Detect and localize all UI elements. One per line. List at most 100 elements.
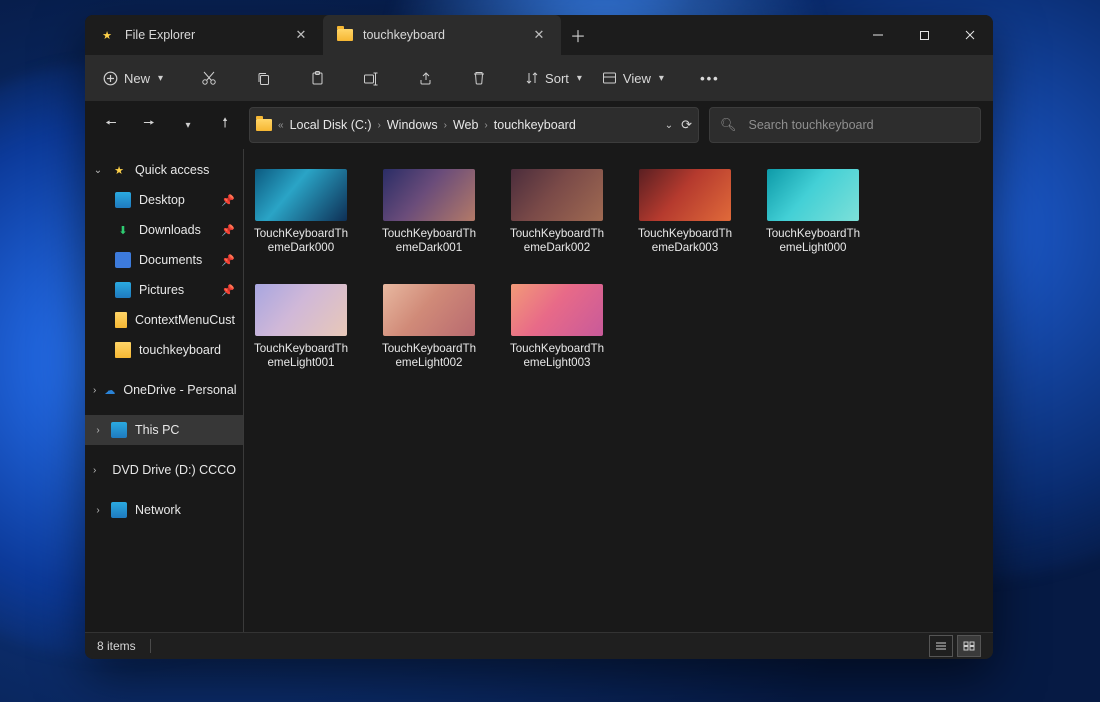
close-tab-icon[interactable]: ✕ (293, 27, 309, 43)
rename-icon (363, 71, 379, 86)
share-button[interactable] (400, 61, 450, 95)
crumb-touchkeyboard[interactable]: touchkeyboard (494, 118, 576, 132)
sidebar-quick-access[interactable]: ⌄ ★ Quick access (85, 155, 243, 185)
rename-button[interactable] (346, 61, 396, 95)
sidebar-item-onedrive[interactable]: ›☁OneDrive - Personal (85, 375, 243, 405)
ellipsis-icon: ••• (700, 71, 720, 86)
folder-icon (115, 342, 131, 358)
file-thumbnail (767, 169, 859, 221)
file-name: TouchKeyboardThemeLight002 (380, 342, 478, 371)
refresh-button[interactable]: ⟳ (681, 117, 692, 133)
new-button[interactable]: New ▾ (95, 61, 171, 95)
chevron-right-icon: › (93, 465, 96, 476)
file-thumbnail (511, 284, 603, 336)
new-label: New (124, 71, 150, 86)
chevron-right-icon: › (444, 120, 447, 131)
more-button[interactable]: ••• (685, 61, 735, 95)
file-tile[interactable]: TouchKeyboardThemeLight000 (764, 169, 862, 256)
status-bar: 8 items (85, 632, 993, 659)
add-tab-button[interactable]: ＋ (561, 15, 595, 55)
file-tile[interactable]: TouchKeyboardThemeDark001 (380, 169, 478, 256)
minimize-button[interactable] (855, 15, 901, 55)
sidebar-item-label: Quick access (135, 163, 209, 177)
cut-button[interactable] (184, 61, 234, 95)
separator (150, 639, 151, 653)
file-tile[interactable]: TouchKeyboardThemeLight002 (380, 284, 478, 371)
cloud-icon: ☁ (104, 382, 115, 398)
file-tile[interactable]: TouchKeyboardThemeDark002 (508, 169, 606, 256)
file-tile[interactable]: TouchKeyboardThemeDark003 (636, 169, 734, 256)
copy-button[interactable] (238, 61, 288, 95)
paste-button[interactable] (292, 61, 342, 95)
pin-icon: 📌 (221, 284, 235, 297)
address-bar[interactable]: « Local Disk (C:) › Windows › Web › touc… (249, 107, 699, 143)
sidebar-item-touchkeyboard[interactable]: touchkeyboard (85, 335, 243, 365)
sort-label: Sort (545, 71, 569, 86)
back-button[interactable]: 🠔 (97, 109, 125, 141)
pin-icon: 📌 (221, 254, 235, 267)
sidebar-item-contextmenu[interactable]: ContextMenuCust (85, 305, 243, 335)
sidebar-item-downloads[interactable]: ⬇Downloads📌 (85, 215, 243, 245)
sidebar-item-documents[interactable]: Documents 📌 (85, 245, 243, 275)
folder-icon (337, 29, 353, 41)
file-name: TouchKeyboardThemeLight003 (508, 342, 606, 371)
recent-locations-button[interactable]: ▾ (173, 109, 201, 141)
file-name: TouchKeyboardThemeLight001 (252, 342, 350, 371)
file-name: TouchKeyboardThemeLight000 (764, 227, 862, 256)
download-icon: ⬇ (115, 222, 131, 238)
search-input[interactable] (747, 117, 970, 133)
tab-label: File Explorer (125, 28, 283, 42)
crumb-web[interactable]: Web (453, 118, 478, 132)
thumbnails-view-button[interactable] (957, 635, 981, 657)
maximize-button[interactable] (901, 15, 947, 55)
chevron-down-icon: ⌄ (93, 165, 103, 176)
file-thumbnail (383, 169, 475, 221)
file-list[interactable]: TouchKeyboardThemeDark000 TouchKeyboardTh… (244, 149, 993, 632)
tab-file-explorer[interactable]: ★ File Explorer ✕ (85, 15, 323, 55)
command-bar: New ▾ Sort ▾ View ▾ ••• (85, 55, 993, 101)
sidebar-item-pictures[interactable]: Pictures 📌 (85, 275, 243, 305)
up-button[interactable]: 🠕 (211, 109, 239, 141)
file-thumbnail (511, 169, 603, 221)
delete-button[interactable] (454, 61, 504, 95)
search-icon: 🔍︎ (720, 117, 737, 133)
crumb-windows[interactable]: Windows (387, 118, 438, 132)
sidebar-item-desktop[interactable]: Desktop📌 (85, 185, 243, 215)
sidebar-item-label: Pictures (139, 283, 184, 297)
item-count: 8 items (97, 639, 136, 653)
file-tile[interactable]: TouchKeyboardThemeDark000 (252, 169, 350, 256)
tab-touchkeyboard[interactable]: touchkeyboard ✕ (323, 15, 561, 55)
close-window-button[interactable] (947, 15, 993, 55)
sort-button[interactable]: Sort ▾ (517, 61, 590, 95)
document-icon (115, 252, 131, 268)
sidebar-item-label: Downloads (139, 223, 201, 237)
plus-circle-icon (103, 71, 118, 86)
sidebar-item-dvd[interactable]: ›DVD Drive (D:) CCCO (85, 455, 243, 485)
chevron-down-icon[interactable]: ⌄ (665, 120, 673, 131)
chevron-down-icon: ▾ (185, 120, 190, 131)
body: ⌄ ★ Quick access Desktop📌 ⬇ Downloads 📌 Do… (85, 149, 993, 632)
sidebar-item-label: Documents (139, 253, 202, 267)
file-tile[interactable]: TouchKeyboardThemeLight003 (508, 284, 606, 371)
file-name: TouchKeyboardThemeDark001 (380, 227, 478, 256)
overflow-chevrons-icon: « (278, 120, 284, 131)
view-button[interactable]: View ▾ (594, 61, 672, 95)
tab-label: touchkeyboard (363, 28, 521, 42)
sidebar-item-label: This PC (135, 423, 179, 437)
file-tile[interactable]: TouchKeyboardThemeLight001 (252, 284, 350, 371)
search-box[interactable]: 🔍︎ (709, 107, 981, 143)
sidebar-item-this-pc[interactable]: ›This PC (85, 415, 243, 445)
file-thumbnail (383, 284, 475, 336)
folder-icon (115, 312, 127, 328)
network-icon (111, 502, 127, 518)
star-icon: ★ (99, 27, 115, 43)
scissors-icon (201, 70, 217, 86)
details-view-button[interactable] (929, 635, 953, 657)
crumb-root[interactable]: Local Disk (C:) (290, 118, 372, 132)
close-tab-icon[interactable]: ✕ (531, 27, 547, 43)
sidebar-item-network[interactable]: ›Network (85, 495, 243, 525)
file-thumbnail (639, 169, 731, 221)
pin-icon: 📌 (221, 194, 235, 207)
chevron-down-icon: ▾ (577, 73, 582, 84)
forward-button[interactable]: 🠖 (135, 109, 163, 141)
